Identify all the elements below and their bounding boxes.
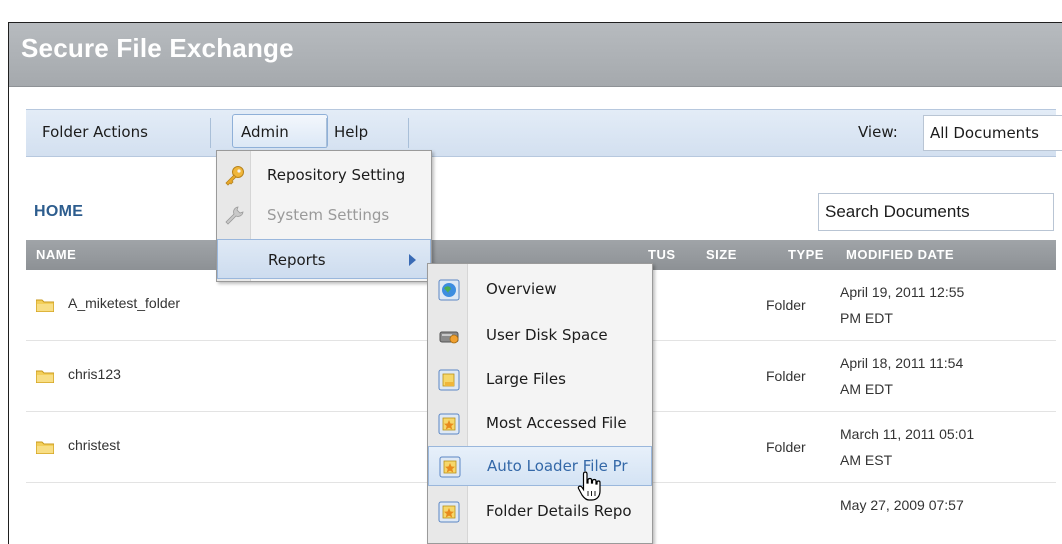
menu-item-label: Repository Setting bbox=[267, 166, 406, 184]
folder-icon bbox=[36, 441, 54, 454]
file-type: Folder bbox=[766, 368, 806, 384]
toolbar: Folder Actions Admin Help View: All Docu… bbox=[26, 109, 1062, 157]
menu-item-user-disk-space[interactable]: User Disk Space bbox=[428, 316, 652, 356]
menu-item-auto-loader-file[interactable]: Auto Loader File Pr bbox=[428, 446, 652, 486]
view-label: View: bbox=[858, 123, 898, 141]
file-type: Folder bbox=[766, 297, 806, 313]
toolbar-separator bbox=[210, 118, 211, 148]
app-title: Secure File Exchange bbox=[21, 33, 294, 63]
submenu-arrow-icon bbox=[409, 254, 416, 266]
modified-date-line: PM EDT bbox=[840, 310, 893, 326]
globe-icon bbox=[438, 279, 460, 301]
column-header-status[interactable]: TUS bbox=[648, 247, 676, 262]
modified-date: April 19, 2011 12:55 PM EDT bbox=[840, 279, 1050, 331]
file-name[interactable]: A_miketest_folder bbox=[68, 295, 180, 311]
reports-submenu: Overview User Disk Space Large Files Mos… bbox=[427, 263, 653, 544]
menu-item-reports[interactable]: Reports bbox=[217, 239, 431, 279]
modified-date: March 11, 2011 05:01 AM EST bbox=[840, 421, 1050, 473]
disk-icon bbox=[439, 331, 459, 344]
menu-item-most-accessed-file[interactable]: Most Accessed File bbox=[428, 404, 652, 444]
menu-item-overview[interactable]: Overview bbox=[428, 270, 652, 310]
modified-date-line: AM EDT bbox=[840, 381, 893, 397]
folder-icon bbox=[36, 370, 54, 383]
menu-item-label: Overview bbox=[486, 280, 557, 298]
menu-item-system-settings: System Settings bbox=[217, 195, 431, 235]
menu-item-label: User Disk Space bbox=[486, 326, 608, 344]
toolbar-separator bbox=[326, 118, 327, 148]
modified-date-line: AM EST bbox=[840, 452, 893, 468]
column-header-name[interactable]: NAME bbox=[36, 247, 76, 262]
admin-menu-label: Admin bbox=[241, 123, 289, 141]
menu-item-label: Most Accessed File bbox=[486, 414, 627, 432]
report-star-icon bbox=[438, 501, 460, 523]
wrench-icon bbox=[225, 206, 244, 225]
menu-item-label: System Settings bbox=[267, 206, 390, 224]
menu-item-label: Auto Loader File Pr bbox=[487, 457, 628, 475]
key-icon bbox=[225, 166, 244, 186]
modified-date-line: May 27, 2009 07:57 bbox=[840, 497, 964, 513]
menu-item-large-files[interactable]: Large Files bbox=[428, 360, 652, 400]
admin-dropdown-menu: Repository Setting System Settings Repor… bbox=[216, 150, 432, 282]
column-header-modified-date[interactable]: MODIFIED DATE bbox=[846, 247, 954, 262]
report-icon bbox=[438, 369, 460, 391]
modified-date: April 18, 2011 11:54 AM EDT bbox=[840, 350, 1050, 402]
report-star-icon bbox=[439, 456, 461, 478]
modified-date: May 27, 2009 07:57 bbox=[840, 492, 1050, 518]
admin-menu-button[interactable]: Admin bbox=[232, 114, 328, 148]
breadcrumb-home[interactable]: HOME bbox=[34, 203, 83, 221]
hand-cursor-icon bbox=[577, 471, 601, 501]
column-header-type[interactable]: TYPE bbox=[788, 247, 824, 262]
title-bar: Secure File Exchange bbox=[9, 23, 1062, 87]
menu-item-label: Reports bbox=[268, 251, 326, 269]
menu-item-folder-details-report[interactable]: Folder Details Repo bbox=[428, 492, 652, 532]
file-name[interactable]: chris123 bbox=[68, 366, 121, 382]
menu-item-repository-setting[interactable]: Repository Setting bbox=[217, 155, 431, 195]
toolbar-separator bbox=[408, 118, 409, 148]
report-star-icon bbox=[438, 413, 460, 435]
modified-date-line: March 11, 2011 05:01 bbox=[840, 426, 975, 442]
file-name[interactable]: christest bbox=[68, 437, 120, 453]
help-menu[interactable]: Help bbox=[334, 123, 368, 141]
folder-actions-menu[interactable]: Folder Actions bbox=[42, 123, 148, 141]
modified-date-line: April 18, 2011 11:54 bbox=[840, 355, 964, 371]
menu-item-label: Folder Details Repo bbox=[486, 502, 632, 520]
file-type: Folder bbox=[766, 439, 806, 455]
column-header-size[interactable]: SIZE bbox=[706, 247, 737, 262]
modified-date-line: April 19, 2011 12:55 bbox=[840, 284, 965, 300]
view-select[interactable]: All Documents bbox=[923, 115, 1062, 151]
search-input[interactable]: Search Documents bbox=[818, 193, 1054, 231]
folder-icon bbox=[36, 299, 54, 312]
menu-item-label: Large Files bbox=[486, 370, 566, 388]
